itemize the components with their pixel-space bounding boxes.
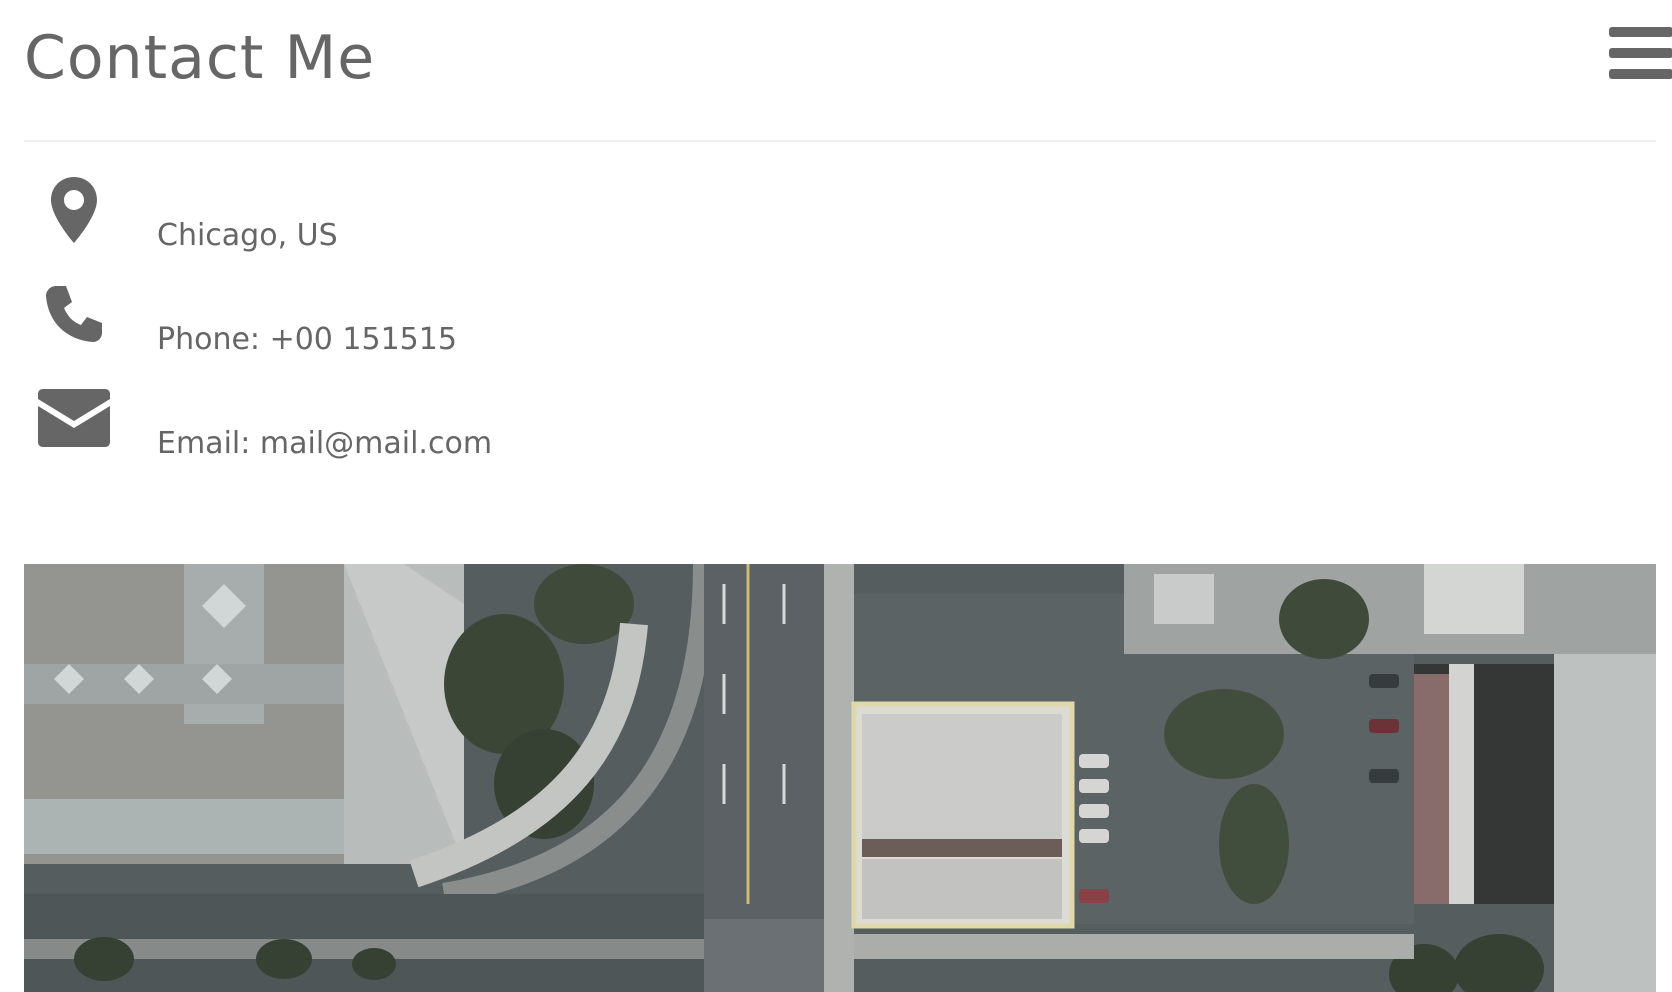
- phone-icon: [34, 274, 114, 354]
- contact-item-location: Chicago, US: [24, 170, 1656, 274]
- menu-button[interactable]: [1609, 24, 1672, 82]
- contact-phone-text: Phone: +00 151515: [157, 322, 457, 357]
- hamburger-menu-icon: [1609, 27, 1672, 79]
- contact-location-text: Chicago, US: [157, 218, 338, 253]
- page-header: Contact Me: [24, 0, 1672, 142]
- aerial-city-illustration: [24, 564, 1656, 992]
- contact-item-email: Email: mail@mail.com: [24, 378, 1656, 482]
- contact-email-text: Email: mail@mail.com: [157, 426, 493, 461]
- contact-list: Chicago, US Phone: +00 151515 Email: mai…: [24, 170, 1656, 482]
- envelope-icon: [34, 378, 114, 458]
- contact-page: Contact Me Chicago, US Phone: +00 151515…: [0, 0, 1672, 992]
- page-title: Contact Me: [24, 23, 376, 93]
- contact-item-phone: Phone: +00 151515: [24, 274, 1656, 378]
- map-pin-icon: [34, 170, 114, 250]
- aerial-city-photo: [24, 564, 1656, 992]
